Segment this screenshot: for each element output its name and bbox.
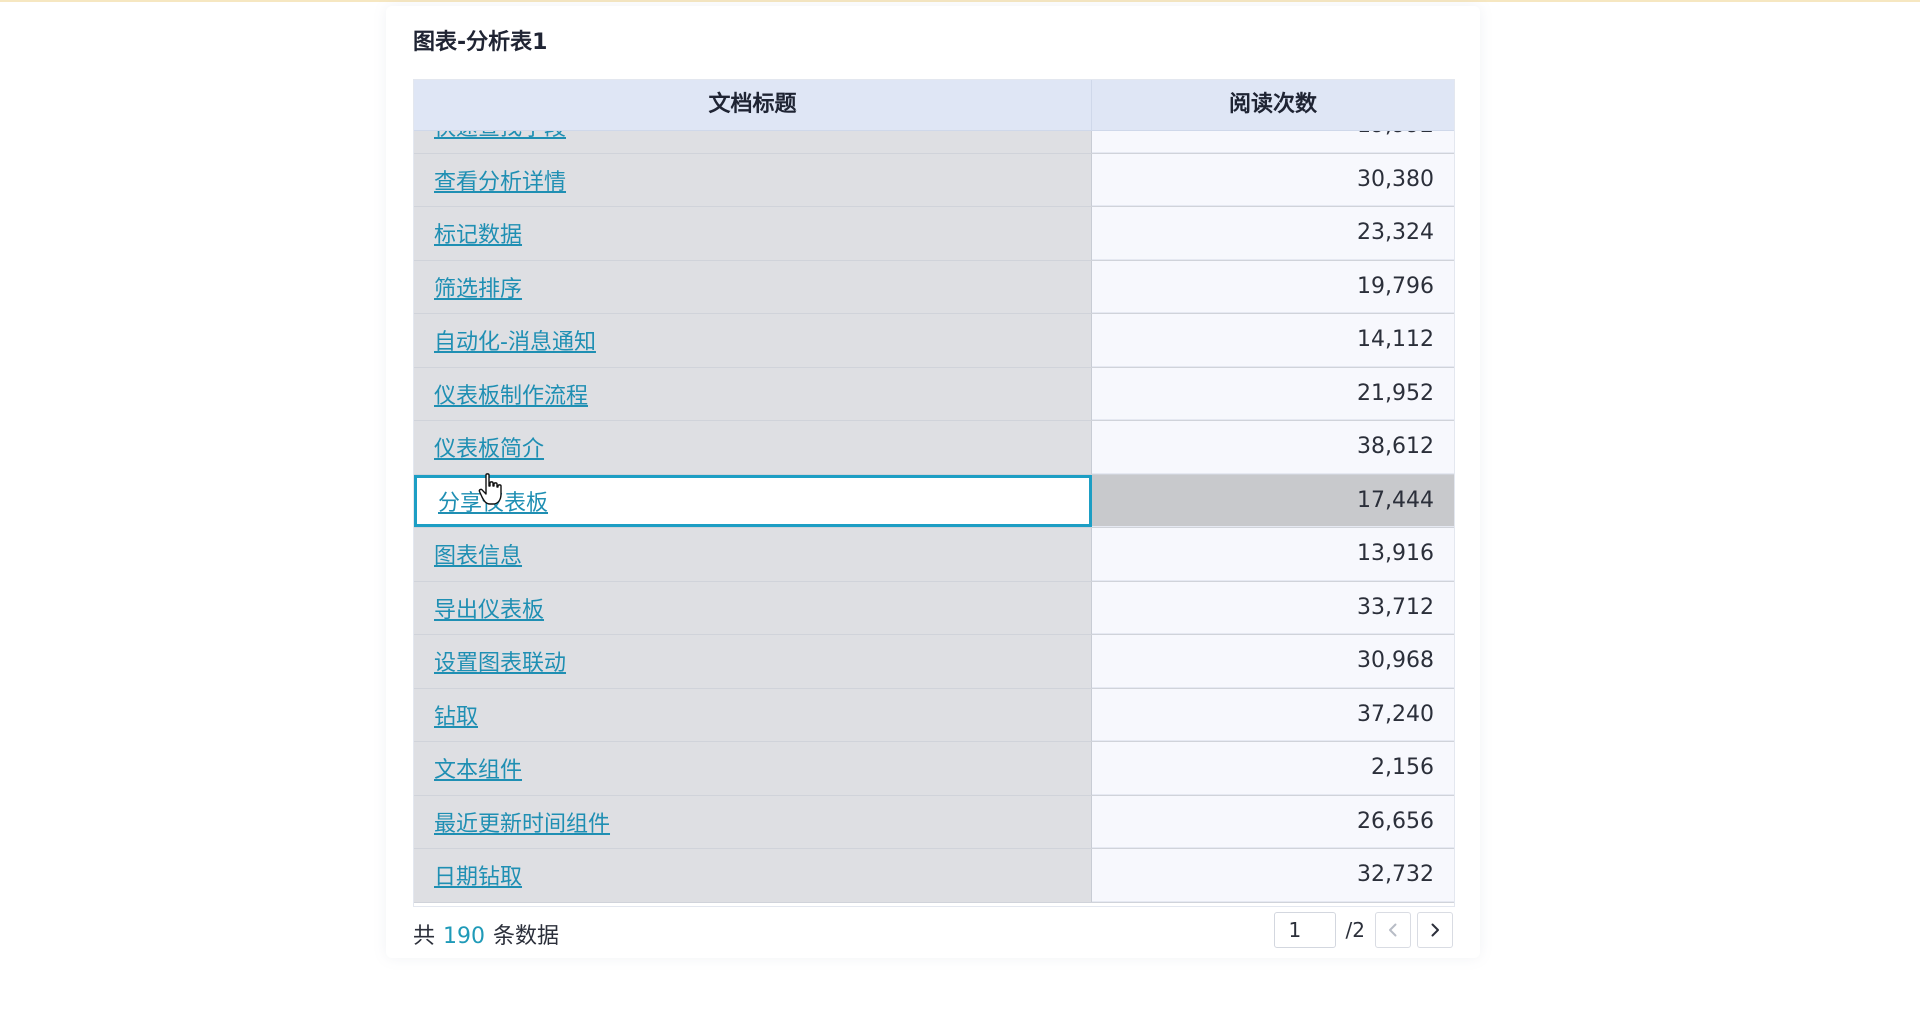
total-suffix: 条数据 [493,924,560,949]
table-row-selected[interactable]: 分享仪表板 17,444 [414,474,1454,528]
title-cell[interactable]: 仪表板制作流程 [414,367,1092,420]
title-cell[interactable]: 自动化-消息通知 [414,314,1092,367]
table-row[interactable]: 导出仪表板 33,712 [414,581,1454,635]
reads-cell[interactable]: 30,380 [1092,153,1454,206]
title-cell[interactable]: 查看分析详情 [414,153,1092,206]
column-header-reads[interactable]: 阅读次数 [1092,80,1454,130]
reads-cell[interactable]: 33,712 [1092,581,1454,634]
reads-cell[interactable]: 26,656 [1092,795,1454,848]
doc-link[interactable]: 文本组件 [434,752,522,784]
chevron-left-icon [1389,923,1397,937]
reads-cell[interactable]: 38,612 [1092,421,1454,474]
table-row[interactable]: 自动化-消息通知 14,112 [414,314,1454,368]
title-cell[interactable]: 筛选排序 [414,260,1092,313]
total-count: 共 190 条数据 [413,918,559,950]
title-cell[interactable]: 钻取 [414,688,1092,741]
table-row[interactable]: 标记数据 23,324 [414,207,1454,261]
reads-cell[interactable]: 37,240 [1092,688,1454,741]
hand-pointer-icon [478,473,502,505]
doc-link[interactable]: 钻取 [434,699,478,731]
table-row[interactable]: 日期钻取 32,732 [414,849,1454,903]
title-cell[interactable]: 设置图表联动 [414,635,1092,688]
doc-link[interactable]: 设置图表联动 [434,645,566,677]
prev-page-button[interactable] [1375,912,1411,948]
title-cell[interactable]: 图表信息 [414,528,1092,581]
analysis-table[interactable]: 文档标题 阅读次数 快速查找字段 19,992 查看分析详情 30,380 标记… [413,79,1455,907]
doc-link[interactable]: 图表信息 [434,538,522,570]
title-cell-selected[interactable]: 分享仪表板 [414,474,1092,527]
reads-cell[interactable]: 19,796 [1092,260,1454,313]
table-row[interactable]: 最近更新时间组件 26,656 [414,795,1454,849]
title-cell[interactable]: 仪表板简介 [414,421,1092,474]
card-title: 图表-分析表1 [413,30,548,55]
next-page-button[interactable] [1417,912,1453,948]
chart-card: 图表-分析表1 文档标题 阅读次数 快速查找字段 19,992 查看分析详情 3… [386,6,1480,958]
title-cell[interactable]: 标记数据 [414,207,1092,260]
reads-cell[interactable]: 14,112 [1092,314,1454,367]
doc-link[interactable]: 标记数据 [434,217,522,249]
table-row[interactable]: 图表信息 13,916 [414,528,1454,582]
table-row[interactable]: 文本组件 2,156 [414,742,1454,796]
title-cell[interactable]: 导出仪表板 [414,581,1092,634]
table-row[interactable]: 筛选排序 19,796 [414,260,1454,314]
doc-link[interactable]: 导出仪表板 [434,592,544,624]
doc-link[interactable]: 日期钻取 [434,859,522,891]
reads-cell[interactable]: 2,156 [1092,742,1454,795]
reads-cell[interactable]: 32,732 [1092,849,1454,902]
title-cell[interactable]: 最近更新时间组件 [414,795,1092,848]
table-body[interactable]: 快速查找字段 19,992 查看分析详情 30,380 标记数据 23,324 … [414,100,1454,903]
doc-link[interactable]: 仪表板简介 [434,431,544,463]
reads-cell[interactable]: 13,916 [1092,528,1454,581]
reads-cell[interactable]: 17,444 [1092,474,1454,527]
doc-link[interactable]: 查看分析详情 [434,164,566,196]
title-cell[interactable]: 文本组件 [414,742,1092,795]
table-header: 文档标题 阅读次数 [414,80,1454,131]
doc-link[interactable]: 筛选排序 [434,271,522,303]
column-header-title[interactable]: 文档标题 [414,80,1092,130]
table-row[interactable]: 查看分析详情 30,380 [414,153,1454,207]
top-border-line [0,0,1920,2]
doc-link[interactable]: 仪表板制作流程 [434,378,588,410]
title-cell[interactable]: 日期钻取 [414,849,1092,902]
doc-link[interactable]: 最近更新时间组件 [434,806,610,838]
page-number-input[interactable] [1273,912,1336,948]
reads-cell[interactable]: 30,968 [1092,635,1454,688]
table-row[interactable]: 仪表板制作流程 21,952 [414,367,1454,421]
page-total: /2 [1345,918,1365,942]
reads-cell[interactable]: 23,324 [1092,207,1454,260]
table-row[interactable]: 仪表板简介 38,612 [414,421,1454,475]
table-row[interactable]: 设置图表联动 30,968 [414,635,1454,689]
total-number: 190 [443,924,486,949]
chevron-right-icon [1431,923,1439,937]
table-footer: 共 190 条数据 /2 [413,906,1453,956]
table-row[interactable]: 钻取 37,240 [414,688,1454,742]
doc-link[interactable]: 自动化-消息通知 [434,324,596,356]
pagination: /2 [1273,912,1453,948]
reads-cell[interactable]: 21,952 [1092,367,1454,420]
total-prefix: 共 [413,924,436,949]
